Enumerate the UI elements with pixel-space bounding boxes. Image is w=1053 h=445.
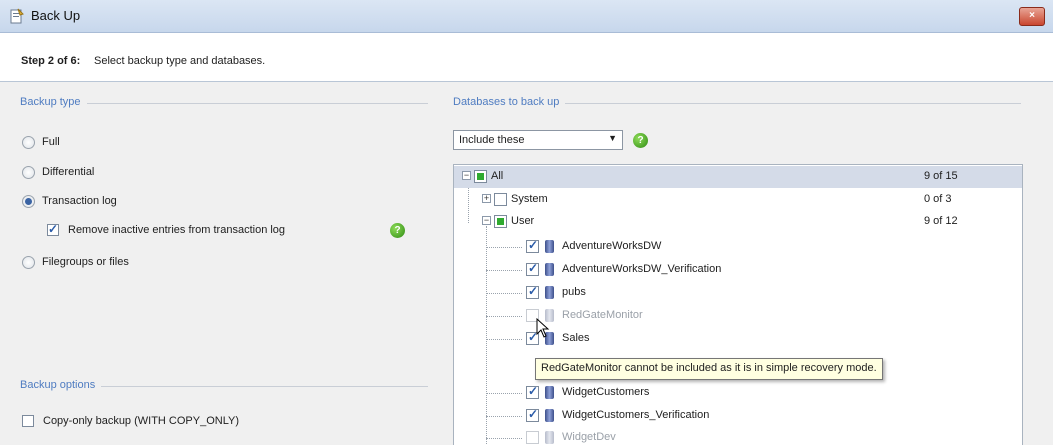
remove-inactive-checkbox-row[interactable]: Remove inactive entries from transaction… xyxy=(47,222,285,238)
remove-inactive-label: Remove inactive entries from transaction… xyxy=(68,224,286,236)
remove-inactive-checkbox[interactable] xyxy=(47,222,59,236)
database-icon xyxy=(545,240,554,253)
radio-transaction-log-label: Transaction log xyxy=(42,195,117,207)
tree-count-system: 0 of 3 xyxy=(924,193,952,205)
include-filter-value: Include these xyxy=(459,134,525,146)
tree-checkbox-system[interactable] xyxy=(494,193,507,206)
tree-checkbox-database[interactable] xyxy=(526,261,539,276)
tree-label-database: WidgetCustomers_Verification xyxy=(562,409,710,421)
backup-wizard-icon xyxy=(10,8,24,24)
tree-label-user: User xyxy=(511,215,535,227)
tree-node-all[interactable]: − All 9 of 15 xyxy=(454,166,1022,188)
radio-full[interactable]: Full xyxy=(22,134,60,150)
copy-only-checkbox[interactable] xyxy=(22,415,34,427)
tree-node-database[interactable]: AdventureWorksDW_Verification xyxy=(454,259,1022,281)
tree-label-database: RedGateMonitor xyxy=(562,309,643,321)
database-tree[interactable]: − All 9 of 15 + System 0 of 3 − User 9 o… xyxy=(453,164,1023,445)
tree-label-database: AdventureWorksDW xyxy=(562,240,662,252)
radio-differential[interactable]: Differential xyxy=(22,164,94,180)
tree-label-database: AdventureWorksDW_Verification xyxy=(562,263,722,275)
tree-checkbox-user[interactable] xyxy=(494,215,507,228)
copy-only-row[interactable]: Copy-only backup (WITH COPY_ONLY) xyxy=(22,413,239,429)
database-icon xyxy=(545,431,554,444)
tree-label-database: Sales xyxy=(562,332,590,344)
tree-label-all: All xyxy=(491,170,504,182)
collapse-icon[interactable]: − xyxy=(482,216,491,225)
database-icon xyxy=(545,286,554,299)
tree-checkbox-database[interactable] xyxy=(526,238,539,253)
tree-label-system: System xyxy=(511,193,548,205)
step-description: Select backup type and databases. xyxy=(94,55,266,67)
expand-icon[interactable]: + xyxy=(482,194,491,203)
wizard-body: Backup type Full Differential Transactio… xyxy=(0,82,1053,445)
radio-differential-button[interactable] xyxy=(22,165,35,179)
radio-differential-label: Differential xyxy=(42,166,95,178)
collapse-icon[interactable]: − xyxy=(462,171,471,180)
tree-checkbox-database[interactable] xyxy=(526,384,539,399)
radio-transaction-log[interactable]: Transaction log xyxy=(22,193,117,209)
chevron-down-icon: ▼ xyxy=(608,133,617,143)
tree-node-database[interactable]: AdventureWorksDW xyxy=(454,236,1022,258)
radio-filegroups[interactable]: Filegroups or files xyxy=(22,254,129,270)
copy-only-label: Copy-only backup (WITH COPY_ONLY) xyxy=(43,415,240,427)
close-button[interactable]: × xyxy=(1019,7,1045,26)
help-icon[interactable]: ? xyxy=(390,223,405,238)
tree-node-database[interactable]: pubs xyxy=(454,282,1022,304)
window-title: Back Up xyxy=(31,8,81,23)
tree-label-database: WidgetCustomers xyxy=(562,386,650,398)
radio-transaction-log-button[interactable] xyxy=(22,194,35,208)
tree-node-system[interactable]: + System 0 of 3 xyxy=(454,189,1022,211)
tree-node-user[interactable]: − User 9 of 12 xyxy=(454,211,1022,233)
mouse-pointer-icon xyxy=(536,318,550,338)
tree-checkbox-database[interactable] xyxy=(526,284,539,299)
tree-count-all: 9 of 15 xyxy=(924,170,958,182)
radio-filegroups-label: Filegroups or files xyxy=(42,256,129,268)
databases-title: Databases to back up xyxy=(453,96,566,108)
radio-full-label: Full xyxy=(42,136,60,148)
database-icon xyxy=(545,409,554,422)
radio-filegroups-button[interactable] xyxy=(22,255,35,269)
title-bar: Back Up × xyxy=(0,0,1053,33)
tree-node-database[interactable]: WidgetCustomers_Verification xyxy=(454,405,1022,427)
database-icon xyxy=(545,386,554,399)
backup-type-title: Backup type xyxy=(20,96,87,108)
recovery-mode-tooltip: RedGateMonitor cannot be included as it … xyxy=(535,358,883,380)
database-icon xyxy=(545,263,554,276)
close-icon: × xyxy=(1029,10,1035,21)
tree-count-user: 9 of 12 xyxy=(924,215,958,227)
tree-label-database: pubs xyxy=(562,286,586,298)
backup-options-title: Backup options xyxy=(20,379,102,391)
tree-checkbox-all[interactable] xyxy=(474,170,487,183)
tree-label-database: WidgetDev xyxy=(562,431,616,443)
step-header: Step 2 of 6: Select backup type and data… xyxy=(0,33,1053,82)
radio-full-button[interactable] xyxy=(22,135,35,149)
help-icon[interactable]: ? xyxy=(633,133,648,148)
step-number: Step 2 of 6: xyxy=(21,55,81,67)
include-filter-dropdown[interactable]: Include these ▼ xyxy=(453,130,623,150)
tree-checkbox-database[interactable] xyxy=(526,431,539,444)
tree-checkbox-database[interactable] xyxy=(526,407,539,422)
tree-node-database-disabled[interactable]: WidgetDev xyxy=(454,427,1022,445)
tree-node-database[interactable]: WidgetCustomers xyxy=(454,382,1022,404)
